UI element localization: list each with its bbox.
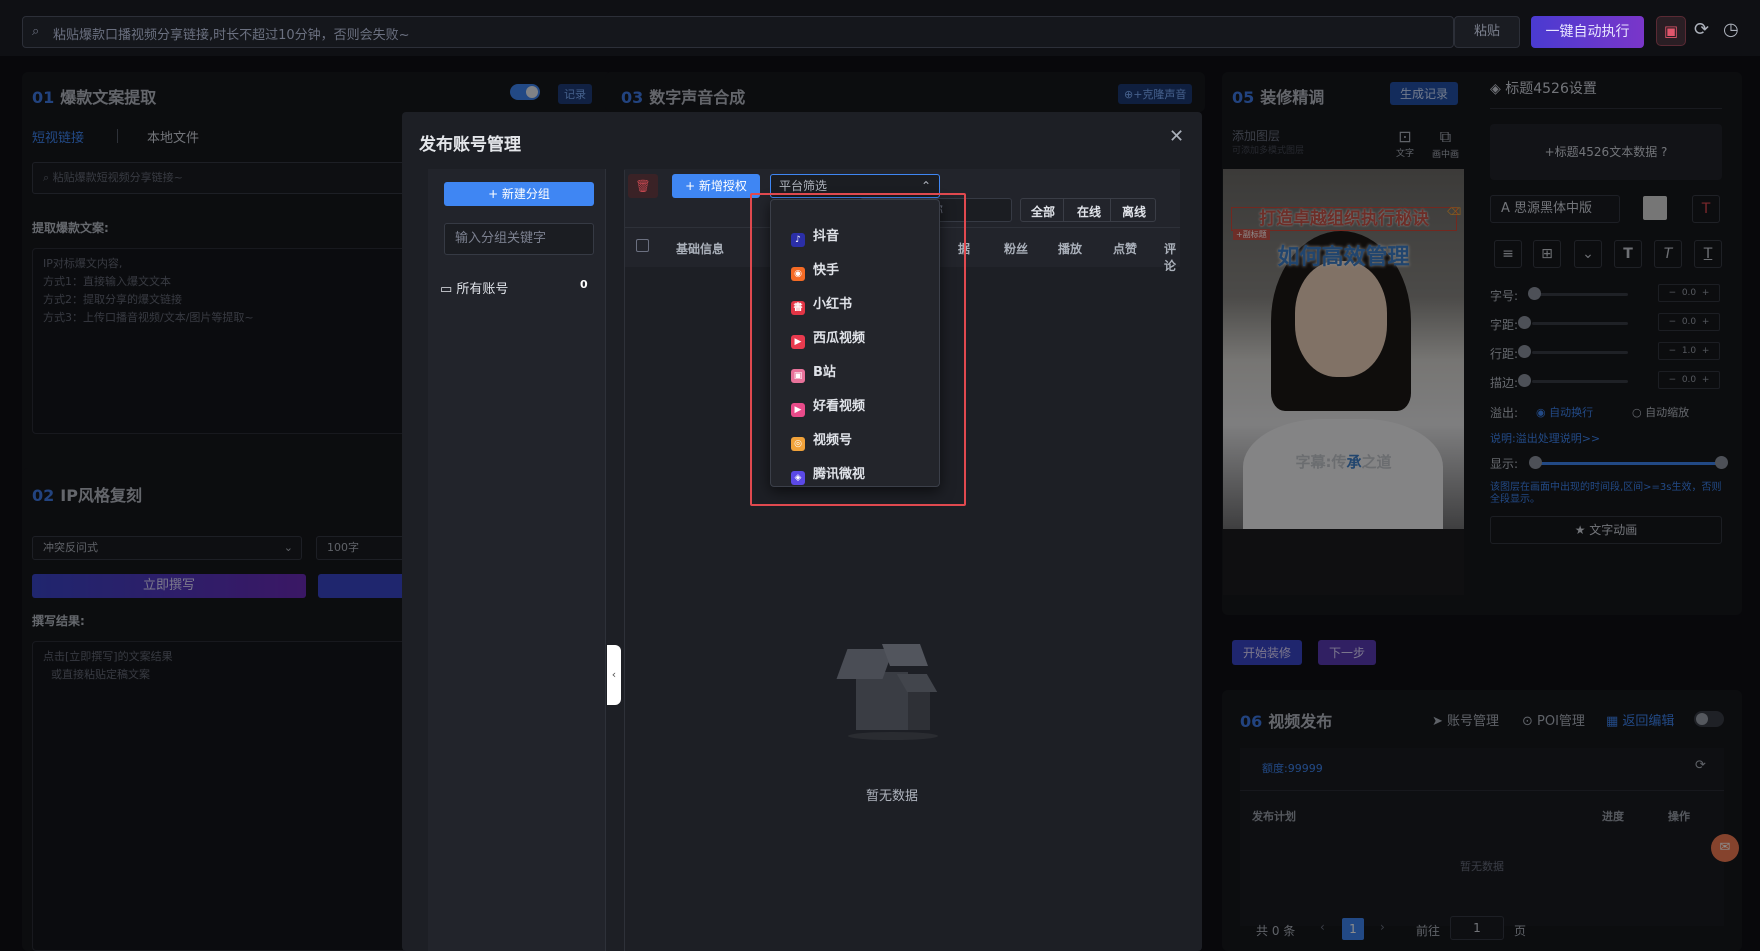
empty-text: 暂无数据 xyxy=(866,789,919,804)
all-accounts-item[interactable]: ▭ 所有账号 xyxy=(440,278,508,297)
history-icon[interactable]: ◷ xyxy=(1723,19,1739,40)
highlight-box xyxy=(750,193,966,506)
search-icon: ⌕ xyxy=(32,24,40,39)
new-auth-button[interactable]: + 新增授权 xyxy=(672,174,760,198)
xiaohongshu-icon[interactable]: ▣ xyxy=(1656,16,1686,46)
modal-title: 发布账号管理 xyxy=(419,135,521,155)
empty-box-icon xyxy=(836,644,942,754)
platform-filter-value: 平台筛选 xyxy=(779,179,828,193)
link-input[interactable]: ⌕ 粘贴爆款口播视频分享链接,时长不超过10分钟，否则会失败~ xyxy=(22,16,1454,48)
filter-all[interactable]: 全部 xyxy=(1031,203,1055,220)
col-like: 点赞 xyxy=(1113,242,1138,256)
paste-button[interactable]: 粘贴 xyxy=(1454,16,1520,48)
col-comment: 评论 xyxy=(1164,242,1177,273)
folder-icon: ▭ xyxy=(440,282,457,297)
status-filter-group: 全部 在线 离线 xyxy=(1020,198,1156,222)
auto-run-button[interactable]: 一键自动执行 xyxy=(1531,16,1644,48)
collapse-handle[interactable]: ‹ xyxy=(607,645,621,705)
col-fans: 粉丝 xyxy=(1004,242,1029,256)
group-sidebar: + 新建分组 输入分组关键字 ▭ 所有账号 0 xyxy=(428,169,606,951)
group-search-input[interactable]: 输入分组关键字 xyxy=(444,223,594,255)
delete-icon[interactable]: 🗑 xyxy=(628,174,658,198)
col-play: 播放 xyxy=(1058,242,1083,256)
filter-online[interactable]: 在线 xyxy=(1077,203,1101,220)
close-icon[interactable]: ✕ xyxy=(1169,126,1184,147)
sync-icon[interactable]: ⟳ xyxy=(1694,19,1709,40)
modal-divider xyxy=(624,170,625,951)
col-basic-info: 基础信息 xyxy=(676,242,725,256)
all-accounts-count: 0 xyxy=(580,278,588,291)
select-all-checkbox[interactable] xyxy=(636,239,649,252)
filter-offline[interactable]: 离线 xyxy=(1122,203,1146,220)
link-input-placeholder: 粘贴爆款口播视频分享链接,时长不超过10分钟，否则会失败~ xyxy=(53,28,410,43)
new-group-button[interactable]: + 新建分组 xyxy=(444,182,594,206)
